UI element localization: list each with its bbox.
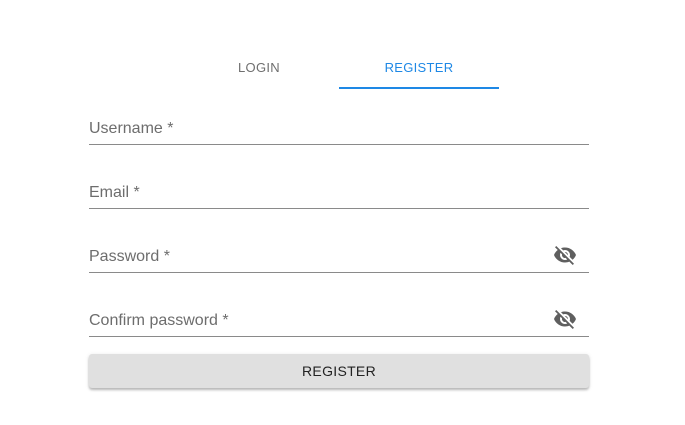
password-field[interactable]: Password *	[89, 233, 589, 273]
username-field[interactable]: Username *	[89, 105, 589, 145]
username-input[interactable]	[89, 116, 539, 142]
tab-register-label: REGISTER	[384, 59, 454, 75]
confirm-password-input[interactable]	[89, 308, 539, 334]
toggle-confirm-password-visibility-button[interactable]	[551, 305, 579, 333]
register-button[interactable]: REGISTER	[89, 354, 589, 388]
password-input[interactable]	[89, 244, 539, 270]
confirm-password-field[interactable]: Confirm password *	[89, 297, 589, 337]
register-button-label: REGISTER	[302, 363, 376, 379]
email-input[interactable]	[89, 180, 539, 206]
tab-register[interactable]: REGISTER	[339, 45, 499, 89]
tab-login-label: LOGIN	[238, 59, 280, 75]
visibility-off-icon	[554, 310, 576, 329]
toggle-password-visibility-button[interactable]	[551, 241, 579, 269]
register-page: LOGIN REGISTER Username * Email * Passwo…	[0, 0, 685, 425]
email-field[interactable]: Email *	[89, 169, 589, 209]
visibility-off-icon	[554, 246, 576, 265]
tab-login[interactable]: LOGIN	[179, 45, 339, 89]
auth-tabs: LOGIN REGISTER	[179, 45, 499, 89]
